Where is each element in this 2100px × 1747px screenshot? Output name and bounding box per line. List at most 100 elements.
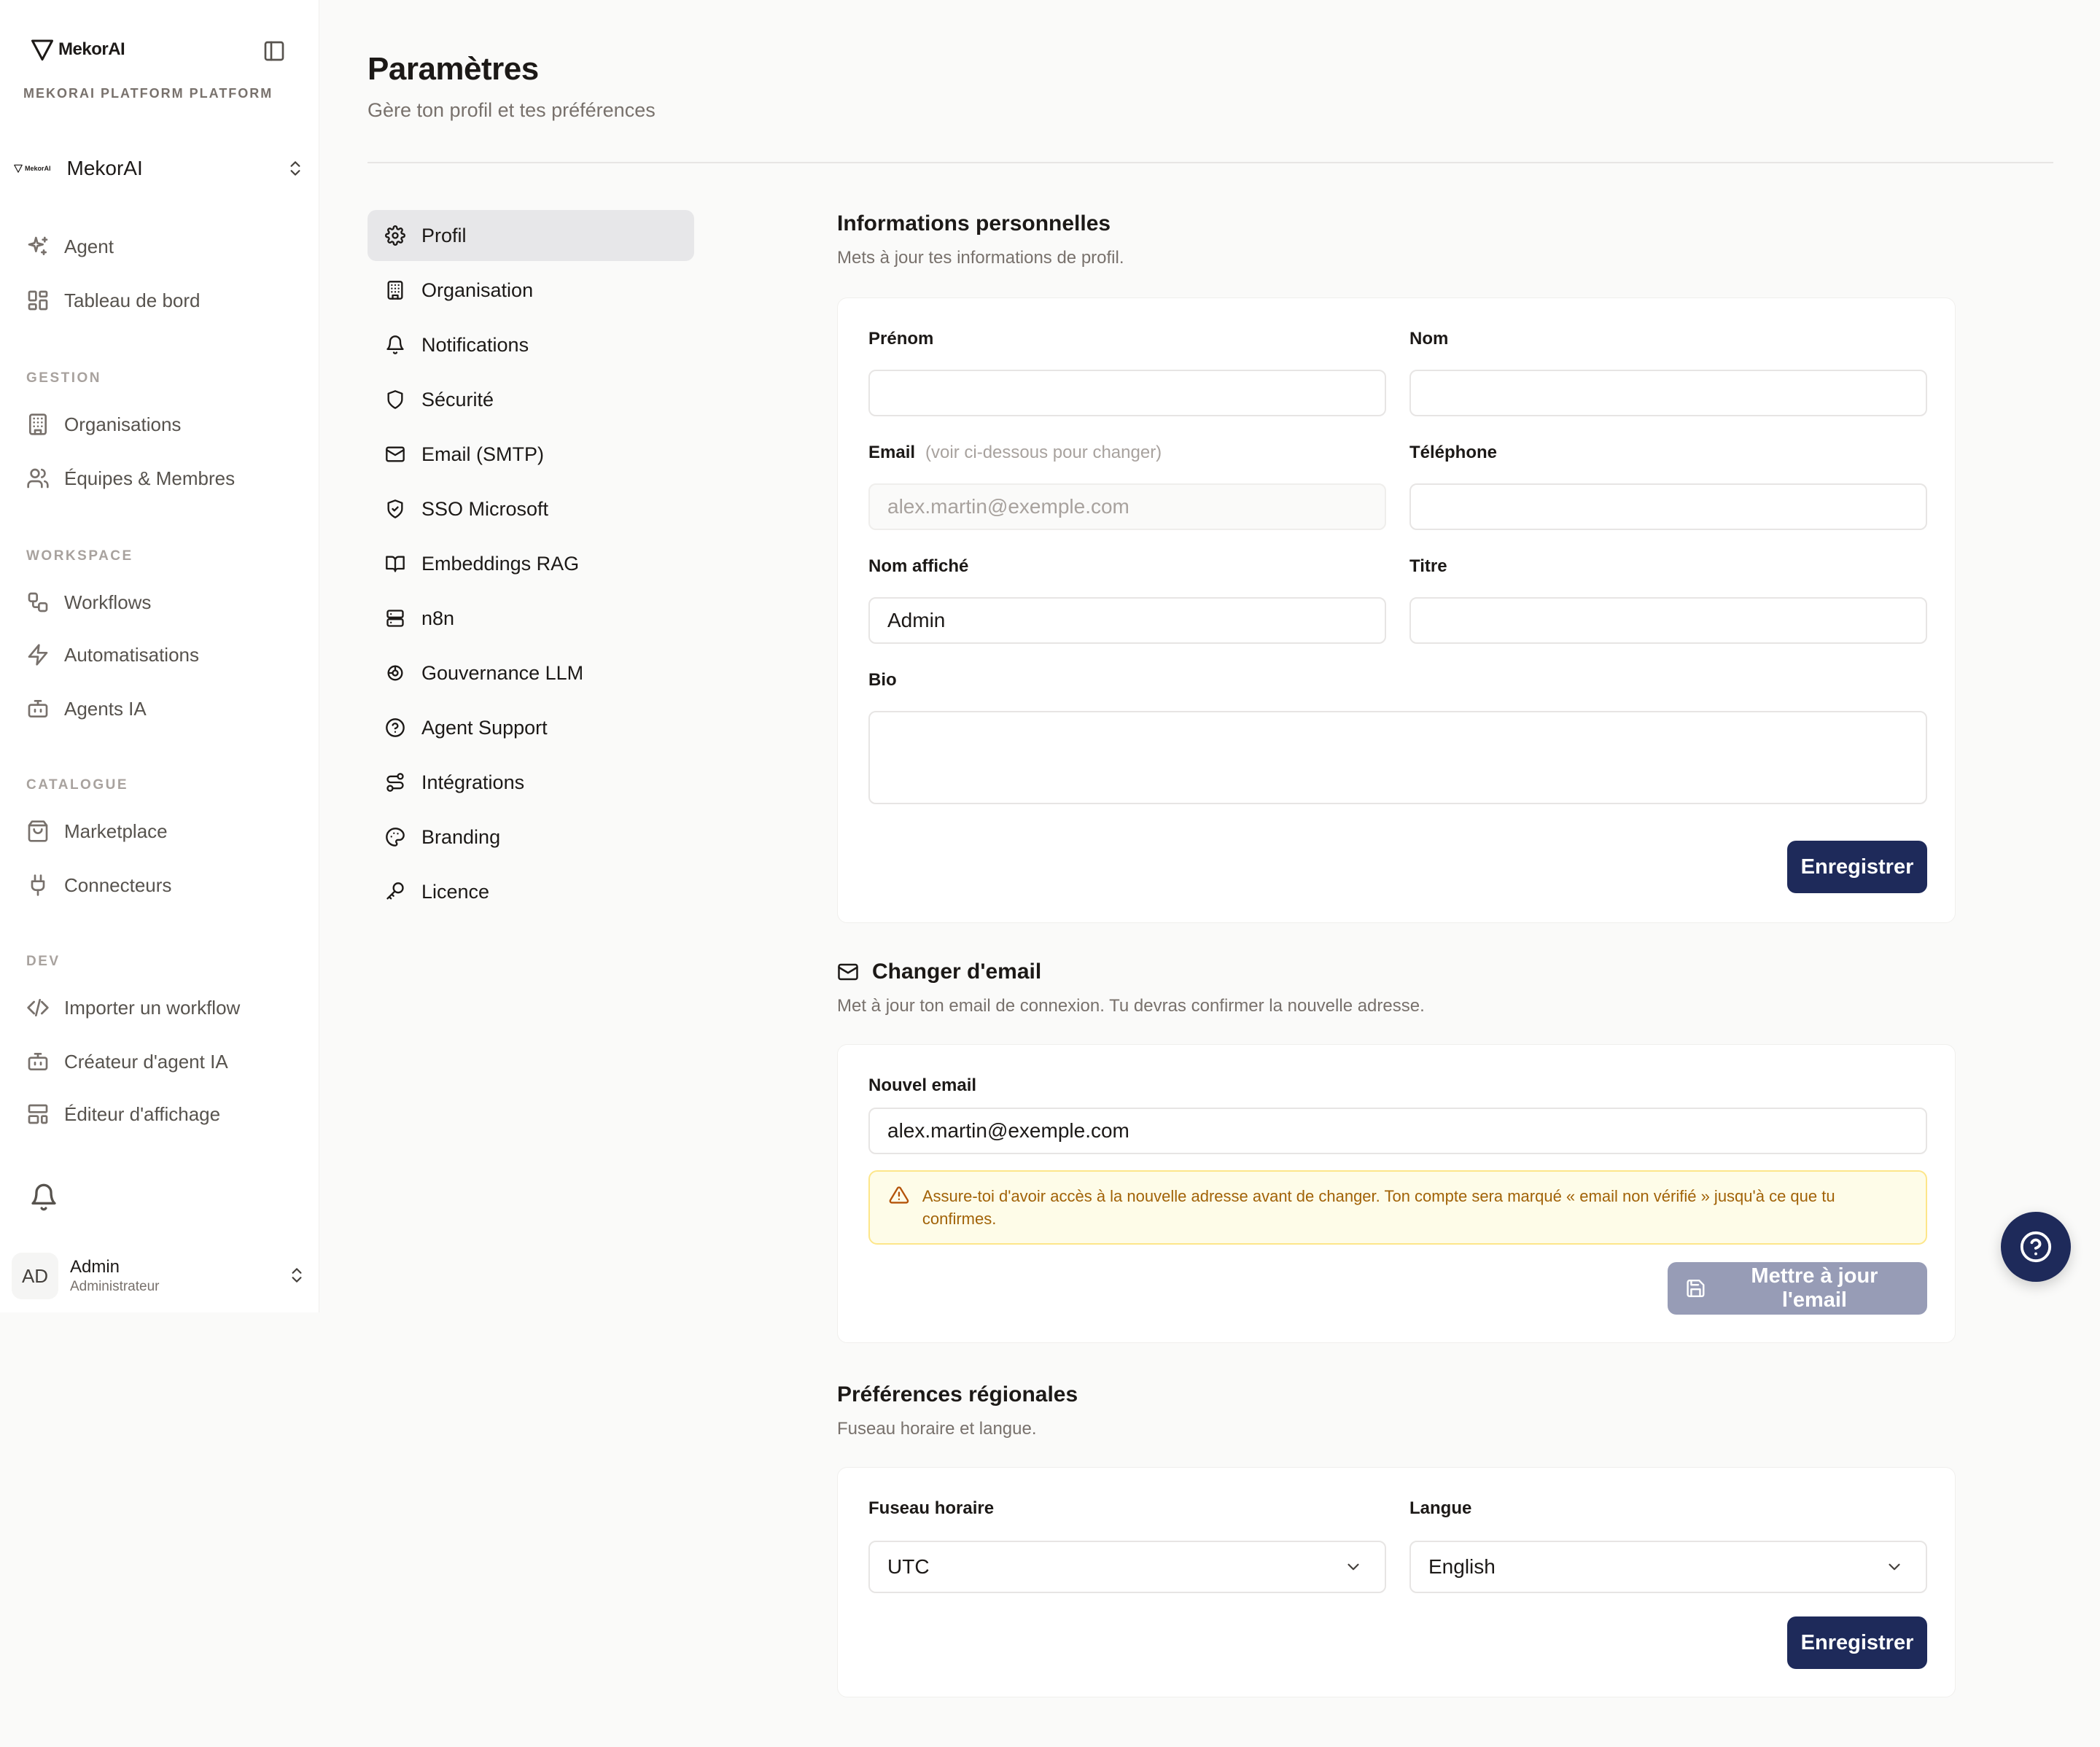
mail-icon <box>838 963 858 981</box>
server-icon <box>386 610 404 627</box>
settings-tab-organisation[interactable]: Organisation <box>368 265 694 316</box>
layout-icon <box>28 1104 48 1124</box>
timezone-label: Fuseau horaire <box>868 1498 995 1518</box>
settings-tab-embeddings-rag[interactable]: Embeddings RAG <box>368 538 694 589</box>
email-change-warning: Assure-toi d'avoir accès à la nouvelle a… <box>868 1170 1927 1245</box>
save-profile-button[interactable]: Enregistrer <box>1787 841 1927 893</box>
job-title-label: Titre <box>1409 556 1447 576</box>
timezone-select[interactable]: UTC <box>868 1541 1386 1593</box>
sidebar-item-automatisations[interactable]: Automatisations <box>26 643 199 666</box>
brain-icon <box>387 665 403 681</box>
section-label-workspace: WORKSPACE <box>26 548 133 564</box>
job-title-input[interactable] <box>1409 597 1927 644</box>
email-hint: (voir ci-dessous pour changer) <box>925 443 1162 462</box>
key-icon <box>386 882 404 900</box>
settings-tab-gouvernance-llm[interactable]: Gouvernance LLM <box>368 647 694 699</box>
chevron-down-icon <box>1889 1563 1900 1571</box>
book-icon <box>386 556 405 572</box>
sidebar-item-editeur-affichage[interactable]: Éditeur d'affichage <box>26 1102 220 1126</box>
alert-triangle-icon <box>889 1186 909 1204</box>
new-email-label: Nouvel email <box>868 1075 977 1095</box>
gear-icon <box>385 225 405 246</box>
settings-tab-securite[interactable]: Sécurité <box>368 374 694 425</box>
language-value: English <box>1428 1555 1496 1578</box>
bio-textarea[interactable] <box>868 711 1927 804</box>
mail-icon <box>386 446 405 462</box>
personal-info-card: Prénom Nom Email (voir ci-dessous pour ch… <box>837 297 1956 923</box>
settings-tab-email-smtp[interactable]: Email (SMTP) <box>368 429 694 480</box>
regional-title: Préférences régionales <box>837 1382 1078 1406</box>
new-email-input[interactable] <box>868 1108 1927 1154</box>
brand-shield-icon <box>31 39 53 61</box>
notifications-bell-button[interactable] <box>29 1183 58 1212</box>
language-select[interactable]: English <box>1409 1541 1927 1593</box>
change-email-title: Changer d'email <box>837 960 1041 984</box>
email-input <box>868 483 1386 530</box>
org-mini-logo: MekorAI <box>13 163 51 174</box>
sidebar-item-agent[interactable]: Agent <box>26 235 114 258</box>
regional-subtitle: Fuseau horaire et langue. <box>837 1419 1037 1439</box>
chevrons-up-down-icon <box>287 1266 306 1285</box>
building-icon <box>387 281 403 300</box>
section-label-catalogue: CATALOGUE <box>26 777 129 793</box>
zap-icon <box>28 644 48 666</box>
phone-label: Téléphone <box>1409 443 1498 462</box>
sidebar-item-importer-workflow[interactable]: Importer un workflow <box>26 996 240 1019</box>
display-name-input[interactable] <box>868 597 1386 644</box>
sidebar-item-tableau-de-bord[interactable]: Tableau de bord <box>26 289 200 312</box>
org-name: MekorAI <box>66 157 143 179</box>
settings-tab-sso-microsoft[interactable]: SSO Microsoft <box>368 483 694 534</box>
bio-label: Bio <box>868 670 897 690</box>
change-email-subtitle: Met à jour ton email de connexion. Tu de… <box>837 996 1425 1016</box>
language-label: Langue <box>1409 1498 1472 1518</box>
chevron-down-icon <box>1348 1563 1359 1571</box>
chevrons-up-down-icon <box>286 159 305 178</box>
settings-tab-profil[interactable]: Profil <box>368 210 694 261</box>
settings-tab-notifications[interactable]: Notifications <box>368 319 694 370</box>
display-name-label: Nom affiché <box>868 556 969 576</box>
route-icon <box>386 773 404 792</box>
palette-icon <box>386 828 405 847</box>
settings-tab-licence[interactable]: Licence <box>368 866 694 917</box>
change-email-card: Nouvel email Assure-toi d'avoir accès à … <box>837 1044 1956 1343</box>
settings-tab-integrations[interactable]: Intégrations <box>368 757 694 808</box>
sidebar-item-agents-ia[interactable]: Agents IA <box>26 697 147 720</box>
last-name-input[interactable] <box>1409 370 1927 416</box>
sidebar-item-marketplace[interactable]: Marketplace <box>26 820 168 843</box>
section-label-dev: DEV <box>26 954 61 969</box>
brand-name: MekorAI <box>58 39 125 59</box>
bot-icon <box>28 1053 48 1070</box>
sidebar-item-createur-agent[interactable]: Créateur d'agent IA <box>26 1050 228 1073</box>
help-button[interactable] <box>2001 1212 2071 1282</box>
org-switcher[interactable]: MekorAI MekorAI <box>13 150 305 187</box>
settings-tab-n8n[interactable]: n8n <box>368 593 694 644</box>
first-name-label: Prénom <box>868 329 934 349</box>
settings-tab-agent-support[interactable]: Agent Support <box>368 702 694 753</box>
sidebar-item-workflows[interactable]: Workflows <box>26 591 151 614</box>
user-role: Administrateur <box>70 1279 160 1294</box>
brand-logo[interactable]: MekorAI <box>29 36 125 63</box>
sidebar-collapse-button[interactable] <box>262 39 286 63</box>
plug-icon <box>31 874 45 896</box>
update-email-button[interactable]: Mettre à jour l'email <box>1668 1262 1927 1315</box>
help-circle-icon <box>2020 1231 2052 1263</box>
timezone-value: UTC <box>887 1555 930 1578</box>
settings-tab-branding[interactable]: Branding <box>368 812 694 863</box>
bell-icon <box>31 1183 56 1211</box>
sidebar-item-equipes-membres[interactable]: Équipes & Membres <box>26 467 235 490</box>
bot-icon <box>28 700 48 717</box>
sidebar: MekorAI MEKORAI PLATFORM PLATFORM MekorA… <box>0 0 319 1312</box>
platform-label: MEKORAI PLATFORM PLATFORM <box>23 86 273 101</box>
header-divider <box>368 162 2053 163</box>
user-menu[interactable]: AD Admin Administrateur <box>12 1253 306 1299</box>
phone-input[interactable] <box>1409 483 1927 530</box>
save-icon <box>1687 1279 1705 1298</box>
shield-check-icon <box>387 499 403 518</box>
first-name-input[interactable] <box>868 370 1386 416</box>
avatar: AD <box>12 1253 58 1299</box>
page-title: Paramètres <box>368 51 539 87</box>
sparkles-icon <box>28 236 48 255</box>
sidebar-item-connecteurs[interactable]: Connecteurs <box>26 874 171 897</box>
sidebar-item-organisations[interactable]: Organisations <box>26 413 181 436</box>
save-regional-button[interactable]: Enregistrer <box>1787 1616 1927 1669</box>
